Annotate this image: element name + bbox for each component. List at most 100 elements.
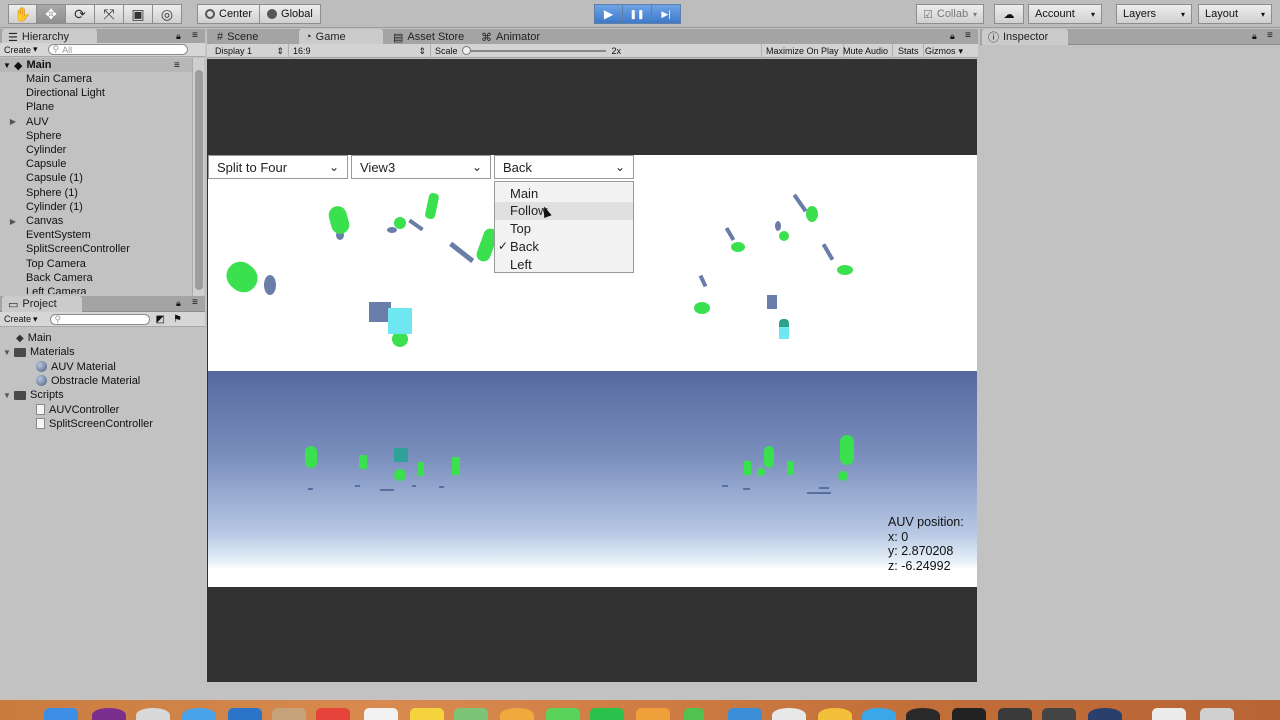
project-item[interactable]: Obstracle Material (0, 374, 140, 388)
transform-tool-icon[interactable]: ◎ (153, 4, 182, 24)
camera-option[interactable]: ✓ Back (495, 237, 633, 255)
slider-thumb[interactable] (461, 46, 471, 55)
app-icon[interactable] (1088, 708, 1122, 720)
account-dropdown[interactable]: Account ▾ (1028, 4, 1102, 24)
tab-project[interactable]: ▭ Project (2, 296, 82, 312)
game-viewport[interactable]: Split to Four ⌄ View3 ⌄ Back ⌄ Main Follo… (208, 155, 977, 587)
hierarchy-item[interactable]: Back Camera (0, 271, 93, 285)
app-icon[interactable] (272, 708, 306, 720)
camera-option[interactable]: Left (495, 255, 633, 273)
lock-icon[interactable]: 🔒︎ (176, 31, 181, 42)
hierarchy-scrollbar[interactable] (192, 58, 204, 320)
layers-dropdown[interactable]: Layers ▾ (1116, 4, 1192, 24)
expand-arrow-icon[interactable]: ▼ (0, 391, 14, 400)
maximize-on-play-toggle[interactable]: Maximize On Play (761, 44, 844, 58)
terminal-icon[interactable] (952, 708, 986, 720)
menu-icon[interactable]: ≡ (965, 30, 971, 41)
expand-arrow-icon[interactable]: ▶ (0, 117, 26, 126)
gizmos-dropdown[interactable]: Gizmos ▾ (921, 44, 967, 58)
hierarchy-search-input[interactable]: ⚲ All (47, 44, 188, 55)
lock-icon[interactable]: 🔒︎ (176, 298, 181, 309)
create-dropdown[interactable]: Create ▾ (0, 44, 42, 55)
menu-icon[interactable]: ≡ (192, 30, 198, 41)
mute-audio-toggle[interactable]: Mute Audio (839, 44, 894, 58)
hierarchy-item[interactable]: ▶ Canvas (0, 214, 63, 228)
pause-button[interactable]: ❚❚ (623, 4, 652, 24)
tab-asset-store[interactable]: ▤ Asset Store (387, 29, 477, 45)
camera-option[interactable]: Top (495, 220, 633, 238)
project-item[interactable]: SplitScreenController (0, 417, 153, 431)
trash-icon[interactable] (1200, 708, 1234, 720)
filter-type-icon[interactable]: ◩ (156, 314, 165, 325)
step-button[interactable]: ▶| (652, 4, 681, 24)
global-toggle-button[interactable]: Global (260, 4, 321, 24)
stats-toggle[interactable]: Stats (894, 44, 924, 58)
hierarchy-item[interactable]: Main Camera (0, 72, 92, 86)
hierarchy-item[interactable]: Cylinder (0, 143, 66, 157)
project-search-input[interactable]: ⚲ (49, 313, 150, 325)
app-icon[interactable] (772, 708, 806, 720)
aspect-dropdown[interactable]: 16:9 ⇕ (289, 44, 431, 58)
project-item[interactable]: AUVController (0, 403, 119, 417)
hierarchy-item[interactable]: Directional Light (0, 86, 105, 100)
app-icon[interactable] (546, 708, 580, 720)
layout-dropdown[interactable]: Layout ▾ (1198, 4, 1272, 24)
tab-animator[interactable]: ⌘ Animator (475, 29, 561, 45)
menu-icon[interactable]: ≡ (174, 60, 180, 71)
expand-arrow-icon[interactable]: ▶ (0, 217, 26, 226)
scale-slider[interactable] (461, 46, 606, 55)
app-icon[interactable] (728, 708, 762, 720)
cloud-button[interactable]: ☁ (994, 4, 1024, 24)
project-item[interactable]: ▼ Scripts (0, 388, 64, 402)
hand-tool-icon[interactable]: ✋ (8, 4, 37, 24)
app-icon[interactable] (500, 708, 534, 720)
finder-icon[interactable] (44, 708, 78, 720)
app-icon[interactable] (182, 708, 216, 720)
camera-option[interactable]: Main (495, 184, 633, 202)
app-icon[interactable] (228, 708, 262, 720)
app-icon[interactable] (136, 708, 170, 720)
expand-arrow-icon[interactable]: ▼ (0, 61, 14, 70)
app-icon[interactable] (636, 708, 670, 720)
project-item[interactable]: ▼ Materials (0, 345, 75, 359)
move-tool-icon[interactable]: ✥ (37, 4, 66, 24)
app-icon[interactable] (92, 708, 126, 720)
hierarchy-item[interactable]: Plane (0, 100, 54, 114)
hierarchy-item[interactable]: Sphere (0, 129, 61, 143)
center-toggle-button[interactable]: Center (197, 4, 261, 24)
project-item[interactable]: AUV Material (0, 360, 116, 374)
camera-dropdown[interactable]: Back ⌄ (494, 155, 634, 179)
tab-scene[interactable]: # Scene (211, 29, 297, 45)
scale-tool-icon[interactable]: ⤧ (95, 4, 124, 24)
hierarchy-item[interactable]: Top Camera (0, 257, 86, 271)
project-item[interactable]: ◆ Main (0, 331, 52, 345)
app-icon[interactable] (906, 708, 940, 720)
app-icon[interactable] (454, 708, 488, 720)
camera-option[interactable]: Follow (495, 201, 633, 220)
scene-row[interactable]: ▼ ◆ Main ≡ (0, 58, 192, 72)
split-mode-dropdown[interactable]: Split to Four ⌄ (208, 155, 348, 179)
lock-icon[interactable]: 🔒︎ (950, 31, 955, 42)
play-button[interactable]: ▶ (594, 4, 623, 24)
hierarchy-item[interactable]: EventSystem (0, 228, 91, 242)
hierarchy-item[interactable]: Left Camera (0, 285, 87, 294)
app-icon[interactable] (410, 708, 444, 720)
lock-icon[interactable]: 🔒︎ (1252, 31, 1257, 42)
menu-icon[interactable]: ≡ (192, 297, 198, 308)
filter-label-icon[interactable]: ⚑ (173, 314, 182, 325)
calendar-icon[interactable] (316, 708, 350, 720)
expand-arrow-icon[interactable]: ▼ (0, 348, 14, 357)
display-dropdown[interactable]: Display 1 ⇕ (211, 44, 289, 58)
create-dropdown[interactable]: Create ▾ (0, 314, 42, 325)
hierarchy-item[interactable]: Cylinder (1) (0, 200, 83, 214)
app-icon[interactable] (862, 708, 896, 720)
view-dropdown[interactable]: View3 ⌄ (351, 155, 491, 179)
menu-icon[interactable]: ≡ (1267, 30, 1273, 41)
app-icon[interactable] (998, 708, 1032, 720)
collab-dropdown[interactable]: ☑ Collab ▾ (916, 4, 984, 24)
app-icon[interactable] (590, 708, 624, 720)
hierarchy-item[interactable]: Capsule (1) (0, 171, 83, 185)
scrollbar-thumb[interactable] (195, 70, 203, 290)
app-icon[interactable] (1042, 708, 1076, 720)
tab-inspector[interactable]: ⓘ Inspector (982, 29, 1068, 45)
